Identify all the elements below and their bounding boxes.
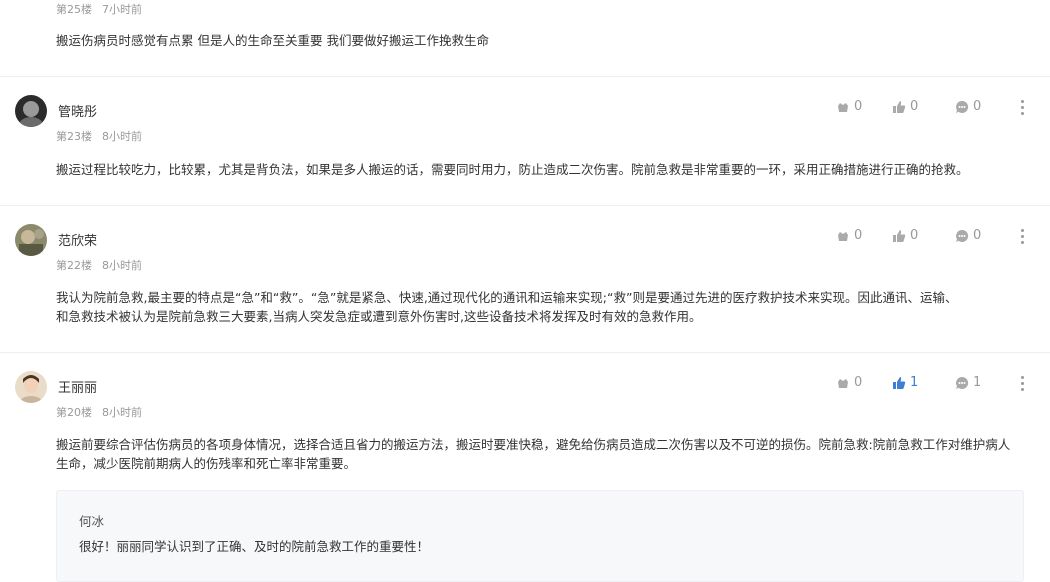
commenter-name[interactable]: 范欣荣: [58, 230, 97, 249]
comment-meta: 第23楼 8小时前: [56, 128, 142, 144]
thumbs-up-icon: [893, 376, 906, 389]
more-options-icon[interactable]: [1020, 229, 1026, 245]
comment-text: 搬运前要综合评估伤病员的各项身体情况，选择合适且省力的搬运方法，搬运时要准快稳，…: [56, 435, 1021, 473]
reply-count: 1: [973, 375, 982, 390]
avatar[interactable]: [15, 95, 47, 127]
commenter-name[interactable]: 王丽丽: [58, 377, 97, 396]
flower-count: 0: [854, 375, 863, 390]
reply-text: 很好！丽丽同学认识到了正确、及时的院前急救工作的重要性！: [79, 539, 430, 554]
comment-text-line: 我认为院前急救,最主要的特点是“急”和“救”。“急”就是紧急、快速,通过现代化的…: [56, 290, 958, 305]
thumbs-up-icon: [893, 100, 906, 113]
like-count: 0: [910, 228, 919, 243]
reply-button[interactable]: 0: [955, 99, 981, 114]
comment-text: 搬运伤病员时感觉有点累 但是人的生命至关重要 我们要做好搬运工作挽救生命: [56, 33, 489, 48]
reply-count: 0: [973, 228, 982, 243]
comment-text-line: 生命，减少医院前期病人的伤残率和死亡率非常重要。: [56, 456, 357, 471]
comment-text: 我认为院前急救,最主要的特点是“急”和“救”。“急”就是紧急、快速,通过现代化的…: [56, 288, 1021, 326]
comment-meta: 第20楼 8小时前: [56, 404, 142, 420]
reply-button[interactable]: 0: [955, 228, 981, 243]
reply-count: 0: [973, 99, 982, 114]
like-count: 1: [910, 375, 919, 390]
floor-label: 第20楼: [56, 406, 92, 419]
like-button[interactable]: 1: [892, 375, 918, 390]
floor-label: 第23楼: [56, 130, 92, 143]
comment-meta: 第22楼 8小时前: [56, 257, 142, 273]
comment-stats: 0 0 0: [836, 99, 1036, 119]
comment-stats: 0 0 0: [836, 228, 1036, 248]
flower-button[interactable]: 0: [836, 228, 862, 243]
time-label: 8小时前: [102, 406, 142, 419]
like-count: 0: [910, 99, 919, 114]
comment-bubble-icon: [956, 100, 969, 113]
comment-stats: 0 1 1: [836, 375, 1036, 395]
comment-meta: 第25楼 7小时前: [56, 1, 142, 17]
flower-icon: [838, 231, 848, 241]
more-options-icon[interactable]: [1020, 376, 1026, 392]
comment-text: 搬运过程比较吃力，比较累，尤其是背负法，如果是多人搬运的话，需要同时用力，防止造…: [56, 162, 969, 177]
reply-author[interactable]: 何冰: [79, 511, 104, 530]
comment-text-line: 和急救技术被认为是院前急救三大要素,当病人突发急症或遭到意外伤害时,这些设备技术…: [56, 309, 702, 324]
comment-text-line: 搬运前要综合评估伤病员的各项身体情况，选择合适且省力的搬运方法，搬运时要准快稳，…: [56, 437, 1011, 452]
thumbs-up-icon: [893, 229, 906, 242]
flower-count: 0: [854, 228, 863, 243]
divider: [0, 352, 1050, 353]
comment-bubble-icon: [956, 229, 969, 242]
divider: [0, 205, 1050, 206]
flower-button[interactable]: 0: [836, 99, 862, 114]
commenter-name[interactable]: 管晓彤: [58, 101, 97, 120]
flower-icon: [838, 378, 848, 388]
reply-button[interactable]: 1: [955, 375, 981, 390]
avatar[interactable]: [15, 224, 47, 256]
floor-label: 第25楼: [56, 3, 92, 16]
flower-button[interactable]: 0: [836, 375, 862, 390]
like-button[interactable]: 0: [892, 99, 918, 114]
time-label: 8小时前: [102, 130, 142, 143]
floor-label: 第22楼: [56, 259, 92, 272]
time-label: 8小时前: [102, 259, 142, 272]
avatar[interactable]: [15, 371, 47, 403]
time-label: 7小时前: [102, 3, 142, 16]
flower-count: 0: [854, 99, 863, 114]
divider: [0, 76, 1050, 77]
more-options-icon[interactable]: [1020, 100, 1026, 116]
like-button[interactable]: 0: [892, 228, 918, 243]
flower-icon: [838, 102, 848, 112]
comment-bubble-icon: [956, 376, 969, 389]
reply-box: 何冰 很好！丽丽同学认识到了正确、及时的院前急救工作的重要性！: [56, 490, 1024, 582]
